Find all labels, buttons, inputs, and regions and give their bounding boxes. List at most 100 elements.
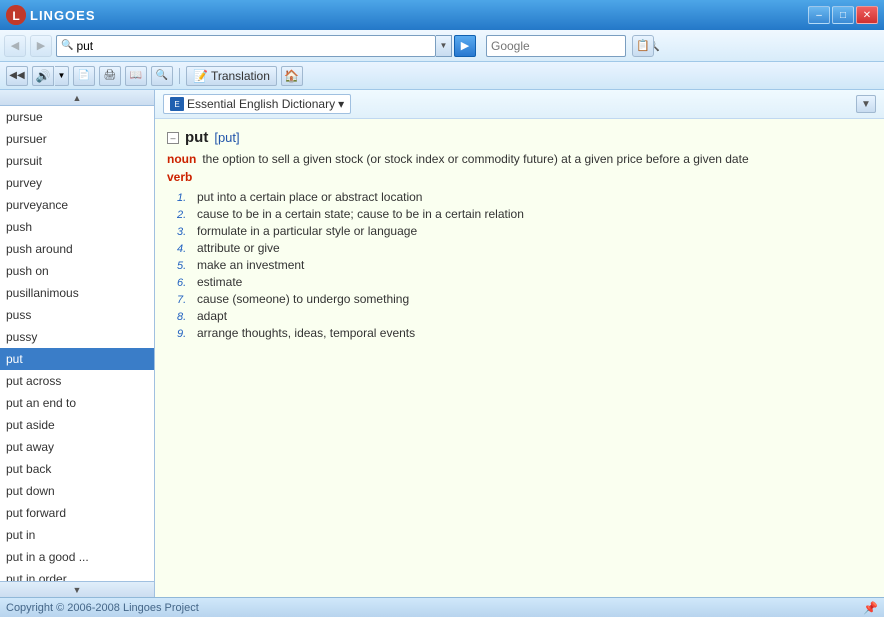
word-list-sidebar: ▲ pursuepursuerpursuitpurveypurveyancepu… [0,90,155,597]
definition-item: 1. put into a certain place or abstract l… [177,190,872,204]
sidebar-word-item[interactable]: pursuer [0,128,154,150]
sidebar-word-item[interactable]: put in order [0,568,154,581]
search-dict-button[interactable]: 🔍 [151,66,173,86]
phonetic: [put] [214,130,239,145]
status-bar: Copyright © 2006-2008 Lingoes Project 📌 [0,597,884,617]
definition-number: 1. [177,192,193,204]
app-icon: L [6,5,26,25]
copy-button[interactable]: 📋 [632,35,654,57]
svg-text:L: L [12,9,19,23]
bookmark-button[interactable]: 📖 [125,66,147,86]
sidebar-word-item[interactable]: pursuit [0,150,154,172]
dictionary-name: Essential English Dictionary [187,97,335,111]
sidebar-word-item[interactable]: put across [0,370,154,392]
speaker-control: 🔊 ▼ [32,66,69,86]
definition-number: 5. [177,260,193,272]
sidebar-word-item[interactable]: pusillanimous [0,282,154,304]
definition-number: 4. [177,243,193,255]
definition-text: attribute or give [197,241,280,255]
dictionary-selector-arrow: ▾ [338,97,344,111]
speak-dropdown-button[interactable]: ▼ [55,66,69,86]
home-button[interactable]: 🏠 [281,66,303,86]
translation-icon: 📝 [193,69,208,83]
sidebar-scroll-down[interactable]: ▼ [0,581,154,597]
search-input-wrapper: 🔍 [56,35,436,57]
noun-line: noun the option to sell a given stock (o… [167,152,872,166]
toolbar-divider [179,68,180,84]
definition-item: 8.adapt [177,309,872,323]
sidebar-word-item[interactable]: put in [0,524,154,546]
definition-item: 3. formulate in a particular style or lan… [177,224,872,238]
word-list: pursuepursuerpursuitpurveypurveyancepush… [0,106,154,581]
google-search-wrapper: 🔍 [486,35,626,57]
sidebar-word-item[interactable]: put forward [0,502,154,524]
definitions-list: 1. put into a certain place or abstract l… [177,190,872,340]
dictionary-panel: E Essential English Dictionary ▾ ▼ – put… [155,90,884,597]
definition-number: 6. [177,277,193,289]
dictionary-icon: E [170,97,184,111]
translation-label: Translation [211,69,270,83]
speak-button[interactable]: 🔊 [32,66,54,86]
search-input[interactable] [76,39,431,53]
sidebar-word-item[interactable]: pussy [0,326,154,348]
pos-noun: noun [167,152,196,166]
definition-number: 3. [177,226,193,238]
search-box: 🔍 ▼ ▶ [56,35,476,57]
definition-text: cause to be in a certain state; cause to… [197,207,524,221]
maximize-button[interactable]: □ [832,6,854,24]
sidebar-word-item[interactable]: put in a good ... [0,546,154,568]
window-controls: – □ ✕ [808,6,878,24]
word-expand-button[interactable]: – [167,132,179,144]
dictionary-content: – put [put] noun the option to sell a gi… [155,119,884,597]
sidebar-word-item[interactable]: put an end to [0,392,154,414]
sidebar-word-item[interactable]: put [0,348,154,370]
definition-text: cause (someone) to undergo something [197,292,409,306]
verb-line: verb [167,170,872,184]
sidebar-word-item[interactable]: puss [0,304,154,326]
sidebar-word-item[interactable]: push on [0,260,154,282]
close-button[interactable]: ✕ [856,6,878,24]
definition-text: formulate in a particular style or langu… [197,224,417,238]
sidebar-word-item[interactable]: purvey [0,172,154,194]
definition-text: arrange thoughts, ideas, temporal events [197,326,415,340]
title-bar: L LINGOES – □ ✕ [0,0,884,30]
minimize-button[interactable]: – [808,6,830,24]
definition-item: 6.estimate [177,275,872,289]
google-search-input[interactable] [491,39,646,53]
sidebar-scroll-up[interactable]: ▲ [0,90,154,106]
search-go-button[interactable]: ▶ [454,35,476,57]
app-logo: L LINGOES [6,5,808,25]
copyright-text: Copyright © 2006-2008 Lingoes Project [6,602,199,614]
definition-item: 9. arrange thoughts, ideas, temporal even… [177,326,872,340]
search-icon: 🔍 [61,40,73,51]
sidebar-word-item[interactable]: put down [0,480,154,502]
sidebar-word-item[interactable]: put back [0,458,154,480]
pin-button[interactable]: 📌 [863,601,878,615]
secondary-toolbar: ◀◀ 🔊 ▼ 📄 🖨 📖 🔍 📝 Translation 🏠 [0,62,884,90]
dictionary-collapse-button[interactable]: ▼ [856,95,876,113]
sidebar-word-item[interactable]: push [0,216,154,238]
search-dropdown-button[interactable]: ▼ [436,35,452,57]
dictionary-selector[interactable]: E Essential English Dictionary ▾ [163,94,351,114]
definition-text: make an investment [197,258,304,272]
definition-text: put into a certain place or abstract loc… [197,190,422,204]
sidebar-word-item[interactable]: put away [0,436,154,458]
nav-back-small-button[interactable]: ◀◀ [6,66,28,86]
word-header-line: – put [put] [167,129,872,146]
sidebar-word-item[interactable]: put aside [0,414,154,436]
definition-text: adapt [197,309,227,323]
definition-number: 9. [177,328,193,340]
sidebar-word-item[interactable]: pursue [0,106,154,128]
sidebar-word-item[interactable]: push around [0,238,154,260]
forward-button[interactable]: ▶ [30,35,52,57]
translation-button[interactable]: 📝 Translation [186,66,277,86]
print-button[interactable]: 🖨 [99,66,121,86]
back-button[interactable]: ◀ [4,35,26,57]
app-title: LINGOES [30,8,96,23]
main-toolbar: ◀ ▶ 🔍 ▼ ▶ 🔍 📋 [0,30,884,62]
definition-item: 7.cause (someone) to undergo something [177,292,872,306]
copy-dict-button[interactable]: 📄 [73,66,95,86]
sidebar-word-item[interactable]: purveyance [0,194,154,216]
pos-verb: verb [167,170,192,184]
definition-item: 4. attribute or give [177,241,872,255]
